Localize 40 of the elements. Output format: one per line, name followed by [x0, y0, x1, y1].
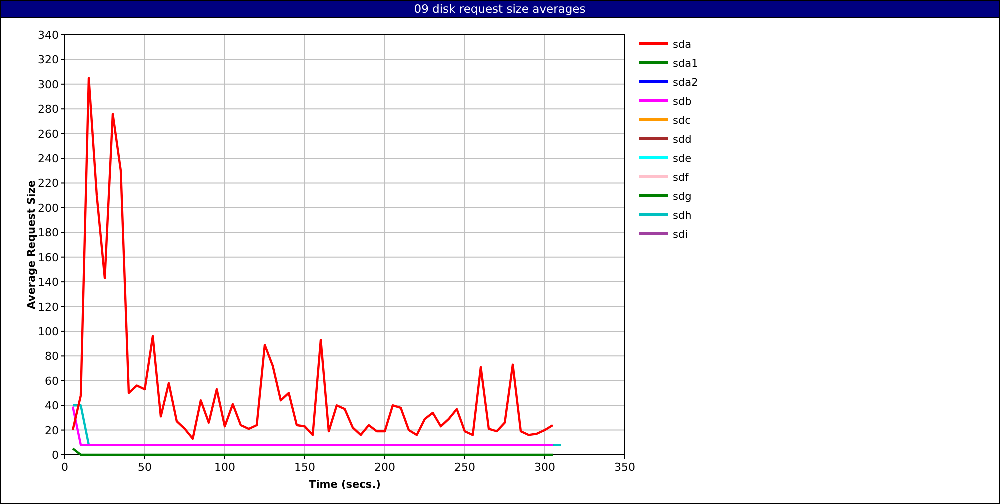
y-tick-label: 260 — [38, 128, 59, 141]
legend-label: sda2 — [673, 77, 698, 89]
x-tick-label: 0 — [62, 461, 68, 474]
legend-label: sdi — [673, 229, 688, 241]
y-tick-label: 20 — [45, 424, 59, 438]
y-tick-label: 340 — [38, 29, 59, 42]
y-tick-label: 320 — [38, 54, 59, 67]
x-tick-label: 350 — [614, 461, 636, 474]
y-tick-label: 200 — [38, 202, 59, 215]
legend-label: sdb — [673, 96, 692, 108]
y-tick-label: 280 — [38, 103, 59, 116]
y-axis-title: Average Request Size — [26, 180, 38, 310]
x-tick-label: 150 — [294, 461, 316, 474]
legend-label: sda1 — [673, 58, 698, 70]
legend-label: sde — [673, 153, 692, 165]
window-title: 09 disk request size averages — [1, 1, 999, 18]
y-tick-label: 300 — [38, 78, 59, 92]
y-tick-label: 0 — [52, 449, 59, 462]
y-tick-label: 120 — [38, 300, 59, 314]
y-tick-label: 40 — [45, 400, 59, 413]
legend-label: sdg — [673, 191, 692, 203]
y-tick-label: 60 — [45, 374, 59, 388]
y-tick-label: 180 — [38, 226, 59, 240]
legend-label: sdh — [673, 210, 692, 222]
y-tick-label: 240 — [38, 152, 59, 166]
x-axis-title: Time (secs.) — [309, 479, 381, 491]
legend-label: sdc — [673, 115, 691, 127]
x-tick-label: 200 — [374, 461, 396, 474]
y-tick-label: 80 — [45, 350, 59, 364]
y-tick-label: 100 — [38, 325, 59, 338]
legend-label: sdf — [673, 172, 689, 184]
y-tick-label: 140 — [38, 276, 59, 290]
y-tick-label: 220 — [38, 177, 59, 190]
y-tick-label: 160 — [38, 251, 59, 264]
x-tick-label: 300 — [534, 461, 556, 474]
x-tick-label: 100 — [214, 461, 236, 474]
legend-label: sda — [673, 39, 692, 51]
x-tick-label: 50 — [138, 461, 152, 474]
legend-label: sdd — [673, 134, 692, 146]
x-tick-label: 250 — [454, 461, 476, 474]
